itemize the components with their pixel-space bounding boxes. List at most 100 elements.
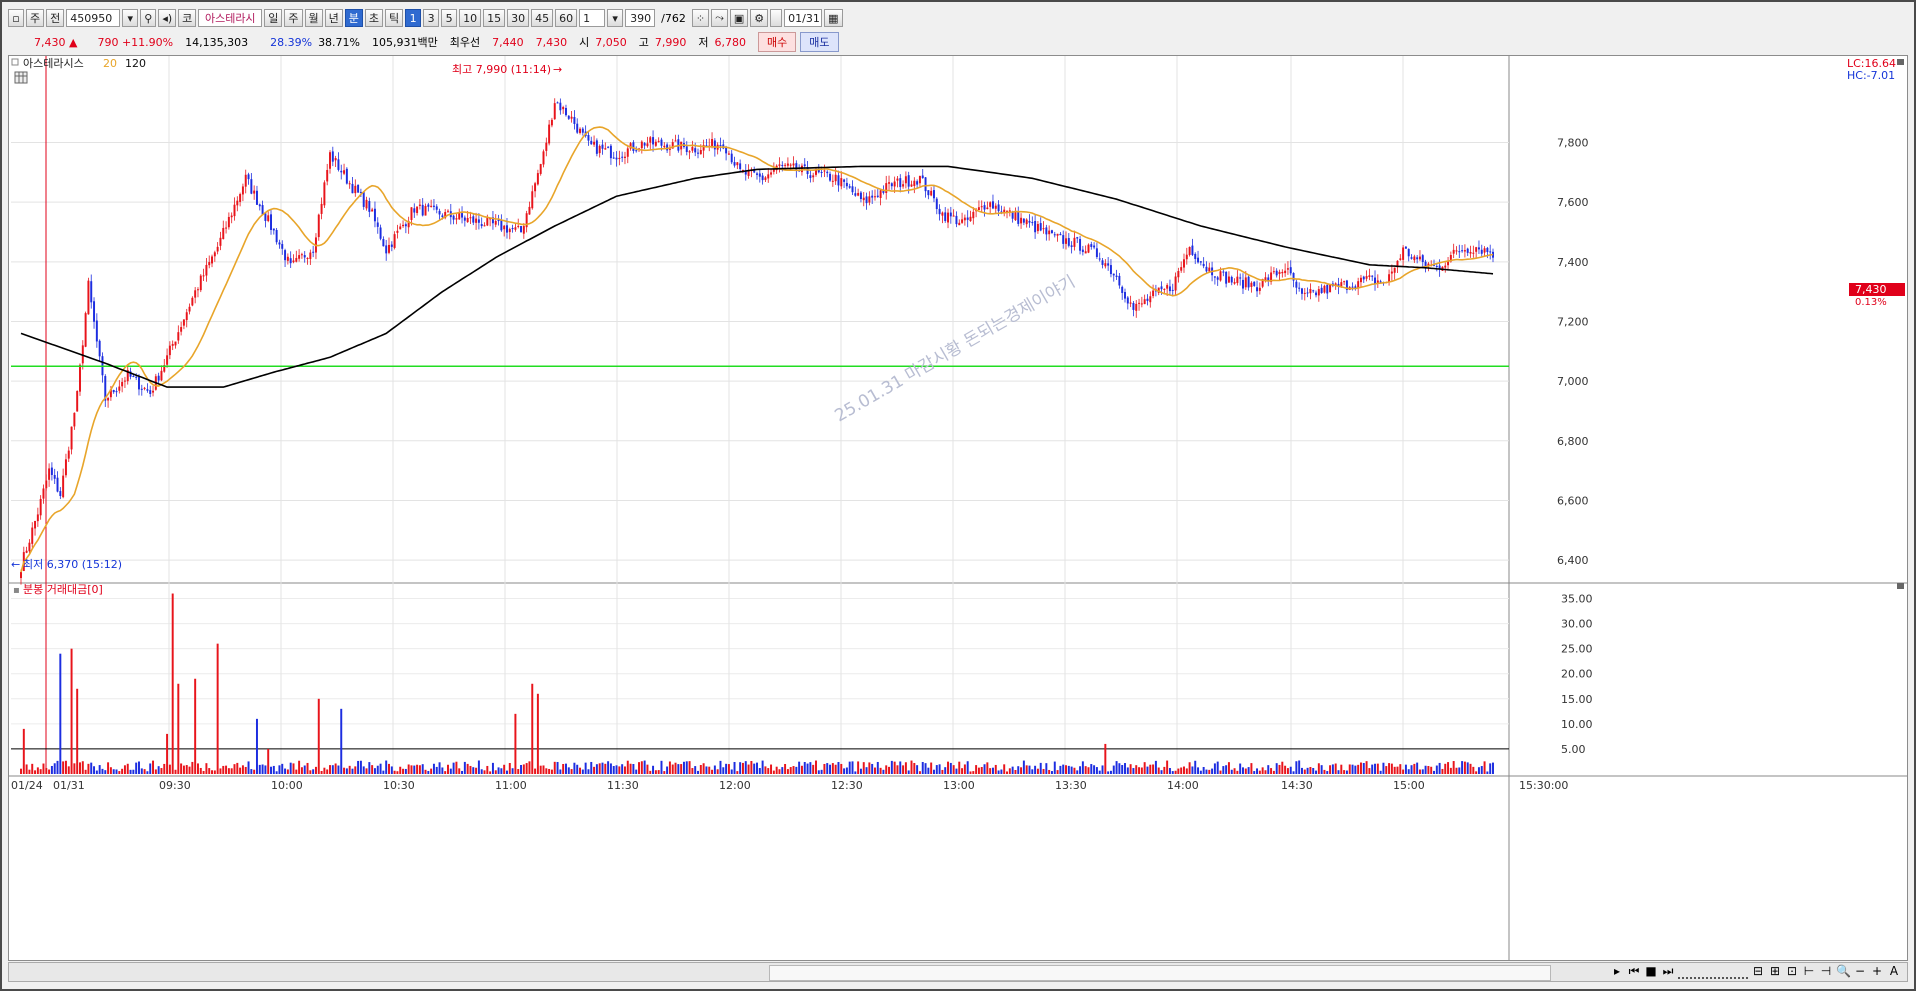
volume-bar [584, 762, 587, 774]
forward-icon[interactable]: ⏭ [1661, 964, 1675, 979]
grid-icon[interactable]: ⁘ [691, 9, 710, 27]
candle-body [789, 164, 792, 166]
count-dropdown-icon[interactable]: ▾ [607, 9, 624, 27]
candle-body [390, 244, 393, 247]
candle-body [199, 275, 202, 291]
period-year[interactable]: 년 [324, 9, 343, 27]
interval-15[interactable]: 15 [483, 9, 506, 27]
candle-body [1278, 271, 1281, 274]
candle-body [1236, 276, 1239, 284]
save-icon[interactable]: ▣ [729, 9, 749, 27]
overlay-icon[interactable]: ⊞ [1768, 964, 1782, 979]
candle-body [989, 202, 992, 207]
volume-bar [879, 767, 882, 774]
horizontal-scrollbar[interactable]: ▸ ⏮ ■ ⏭ ⊟ ⊞ ⊡ ⊢ ⊣ 🔍 − + A [8, 962, 1908, 982]
period-day[interactable]: 일 [264, 9, 283, 27]
count-input[interactable]: 1 [579, 9, 606, 27]
volume-bar [896, 765, 899, 774]
interval-10[interactable]: 10 [459, 9, 482, 27]
candle-body [188, 306, 191, 312]
market-label[interactable]: 코 [178, 9, 197, 27]
candle-body [320, 203, 323, 214]
candle-body [941, 212, 944, 216]
interval-5[interactable]: 5 [441, 9, 458, 27]
candle-body [626, 148, 629, 157]
date-checkbox[interactable] [770, 9, 783, 27]
volume-bar [649, 770, 652, 774]
font-size-icon[interactable]: A [1887, 964, 1901, 979]
volume-bar [1233, 768, 1236, 774]
table-toggle-icon[interactable] [14, 71, 28, 84]
chart-area[interactable]: 아스테라시스 20 120 7,800 7,600 7,400 7,200 7,000 6… [8, 55, 1908, 961]
interval-45[interactable]: 45 [531, 9, 554, 27]
interval-30[interactable]: 30 [507, 9, 530, 27]
period-minute[interactable]: 분 [344, 9, 363, 27]
volume-bar [680, 764, 683, 774]
candle-body [36, 514, 39, 522]
zoom-out-icon[interactable]: − [1853, 964, 1867, 979]
candle-body [758, 173, 761, 177]
calendar-icon[interactable]: ▦ [824, 9, 843, 27]
date-input[interactable]: 01/31 [784, 9, 823, 27]
candle-body [309, 252, 312, 260]
candle-body [373, 208, 376, 222]
rewind-icon[interactable]: ⏮ [1627, 964, 1641, 979]
candle-body [466, 218, 469, 223]
volume-bar [1435, 765, 1438, 774]
volume-bar [820, 769, 823, 774]
candle-body [343, 170, 346, 174]
sell-button[interactable]: 매도 [800, 32, 839, 52]
type-select-1[interactable]: 주 [26, 9, 45, 27]
volume-bar [494, 770, 497, 774]
period-month[interactable]: 월 [304, 9, 323, 27]
period-week[interactable]: 주 [284, 9, 303, 27]
candle-body [786, 163, 789, 166]
candle-body [1022, 218, 1025, 223]
gear-icon[interactable]: ⚙ [750, 9, 769, 27]
window-icon[interactable]: ▫ [8, 9, 24, 27]
panel-collapse-icon-1[interactable] [1897, 59, 1904, 65]
interval-3[interactable]: 3 [423, 9, 440, 27]
type-select-2[interactable]: 전 [46, 9, 65, 27]
bars-input[interactable]: 390 [625, 9, 656, 27]
step-icon[interactable]: ⊣ [1819, 964, 1833, 979]
volume-bar [694, 766, 697, 774]
scroll-thumb[interactable] [769, 965, 1551, 981]
buy-button[interactable]: 매수 [758, 32, 797, 52]
interval-1[interactable]: 1 [405, 9, 422, 27]
stock-name[interactable]: 아스테라시 [198, 9, 263, 27]
toolbar: ▫ 주 전 450950 ▾ ⚲ ◂) 코 아스테라시 일 주 월 년 분 초 … [8, 8, 843, 28]
chart-svg[interactable]: 아스테라시스 20 120 7,800 7,600 7,400 7,200 7,000 6… [9, 56, 1907, 960]
volume-bar [306, 762, 309, 774]
volume-bar [1084, 766, 1087, 774]
zoom-in-icon[interactable]: + [1870, 964, 1884, 979]
volume-bar [1480, 766, 1483, 774]
period-second[interactable]: 초 [364, 9, 384, 27]
volume-tick-label: 25.00 [1561, 643, 1593, 656]
volume-bar [699, 764, 702, 774]
grid-toggle-icon[interactable]: ⊡ [1785, 964, 1799, 979]
volume-bar [390, 766, 393, 774]
candle-body [477, 219, 480, 223]
chart-type-icon[interactable]: ⊟ [1751, 964, 1765, 979]
chevron-down-icon[interactable]: ▾ [122, 9, 139, 27]
period-tick[interactable]: 틱 [385, 9, 404, 27]
range-slider-icon[interactable] [1678, 964, 1748, 979]
speaker-icon[interactable]: ◂) [158, 9, 177, 27]
volume-bar [373, 768, 376, 774]
zoom-icon[interactable]: 🔍 [1836, 964, 1851, 979]
stop-icon[interactable]: ■ [1644, 964, 1658, 979]
search-icon[interactable]: ⚲ [140, 9, 157, 27]
scroll-right-icon[interactable]: ▸ [1610, 964, 1624, 979]
interval-60[interactable]: 60 [555, 9, 578, 27]
volume-bar [986, 762, 989, 774]
link-icon[interactable]: ⤳ [711, 9, 728, 27]
candle-body [958, 222, 961, 226]
candle-body [132, 376, 135, 378]
panel-collapse-icon-2[interactable] [1897, 583, 1904, 589]
volume-bar [1258, 770, 1261, 774]
stock-code-input[interactable]: 450950 [66, 9, 121, 27]
volume-bar [868, 762, 871, 774]
volume-bar [424, 769, 427, 774]
scale-icon[interactable]: ⊢ [1802, 964, 1816, 979]
